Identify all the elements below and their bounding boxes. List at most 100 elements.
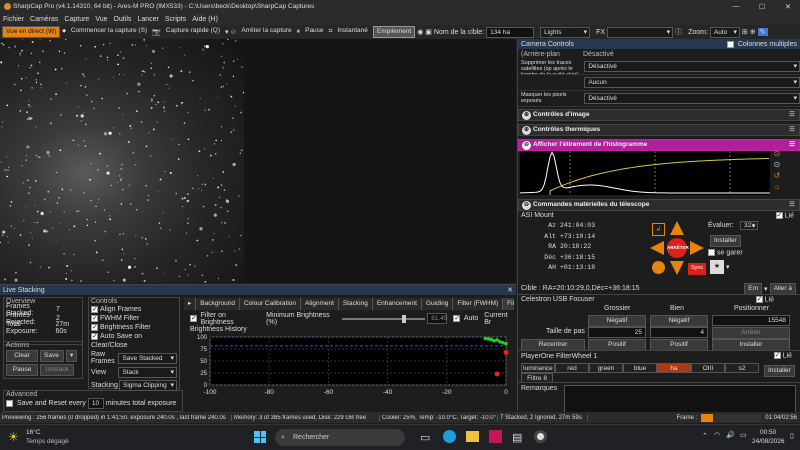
filter-OIII[interactable]: OIII bbox=[691, 363, 725, 373]
eval-select[interactable]: 32x bbox=[740, 221, 759, 230]
app-icon-1[interactable] bbox=[489, 430, 502, 443]
stacking-select[interactable]: Sigma Clipping bbox=[119, 380, 177, 391]
camera-control-select[interactable]: Désactivé bbox=[584, 93, 800, 104]
camera-control-select[interactable]: Aucun bbox=[584, 77, 800, 88]
start-icon[interactable] bbox=[254, 431, 266, 443]
save-dropdown[interactable]: ▾ bbox=[66, 350, 78, 362]
goto-button[interactable]: Aller à bbox=[769, 282, 796, 295]
focuser-linked-checkbox[interactable] bbox=[755, 295, 763, 303]
save-button[interactable]: Save bbox=[40, 350, 64, 362]
star-icon[interactable]: ★ bbox=[710, 260, 724, 274]
thermal-controls-header[interactable]: ⊕ Contrôles thermiques ☰ bbox=[518, 124, 800, 136]
minutes-input[interactable]: 10 bbox=[87, 398, 104, 409]
sync-button[interactable]: Sync bbox=[688, 263, 707, 275]
mount-linked-checkbox[interactable] bbox=[775, 211, 783, 219]
image-controls-header[interactable]: ⊕ Contrôles d'image ☰ bbox=[518, 109, 800, 121]
volume-icon[interactable]: 🔊 bbox=[726, 431, 735, 439]
align-checkbox[interactable] bbox=[91, 305, 98, 314]
weather-icon[interactable]: ☀ bbox=[8, 430, 19, 444]
scope-controls-header[interactable]: ⊖ Commandes matérielles du télescope ☰ bbox=[518, 199, 800, 211]
start-capture-button[interactable]: Commencer la capture (S) bbox=[68, 26, 150, 38]
coarse-negative-button[interactable]: Négatif bbox=[588, 315, 646, 327]
tab-5[interactable]: Guiding bbox=[421, 298, 454, 310]
unstack-button[interactable]: Unstack bbox=[40, 364, 74, 376]
filter-red[interactable]: red bbox=[555, 363, 589, 373]
filter-luminance[interactable]: luminance bbox=[521, 363, 555, 373]
em-dropdown[interactable]: ▾ bbox=[764, 285, 768, 293]
menu-item[interactable]: Lancer bbox=[137, 16, 158, 23]
focuser-stop-button[interactable]: Arrêter bbox=[712, 327, 790, 339]
edge-icon[interactable] bbox=[443, 430, 456, 443]
wifi-icon[interactable]: ◠ bbox=[714, 431, 720, 439]
zoom-select[interactable]: Auto bbox=[709, 26, 740, 38]
maximize-button[interactable]: ☐ bbox=[750, 3, 774, 11]
remarks-input[interactable] bbox=[564, 385, 796, 415]
tab-1[interactable]: Colour Calibration bbox=[239, 298, 301, 310]
star-dropdown[interactable]: ▾ bbox=[726, 263, 730, 271]
crosshair-icon[interactable]: ⊕ bbox=[750, 28, 756, 36]
filter-brightness-checkbox[interactable] bbox=[190, 314, 197, 322]
position-value[interactable]: 15548 bbox=[712, 315, 790, 326]
west-arrow-icon[interactable] bbox=[650, 241, 664, 255]
filter-green[interactable]: green bbox=[589, 363, 623, 373]
tab-scroll-left[interactable]: ▸ bbox=[184, 298, 197, 310]
east-arrow-icon[interactable] bbox=[690, 241, 704, 255]
grid-icon[interactable]: ⊞ bbox=[742, 28, 748, 36]
filter-ha[interactable]: ha bbox=[657, 363, 691, 373]
fine-negative-button[interactable]: Négatif bbox=[650, 315, 708, 327]
histogram-zoom-icon[interactable]: ⊙ bbox=[770, 159, 784, 170]
frame-type-select[interactable]: Lights bbox=[540, 26, 591, 38]
mount-stop-button[interactable]: ARRÊTER bbox=[667, 238, 689, 258]
pause-button[interactable]: Pause bbox=[302, 26, 326, 38]
multi-column-checkbox[interactable] bbox=[726, 40, 734, 48]
menu-item[interactable]: Vue bbox=[95, 16, 107, 23]
histogram-reset-icon[interactable]: ↺ bbox=[770, 170, 784, 181]
menu-item[interactable]: Scripts bbox=[165, 16, 186, 23]
menu-item[interactable]: Outils bbox=[114, 16, 132, 23]
tab-3[interactable]: Stacking bbox=[338, 298, 373, 310]
notification-icon[interactable]: ▯ bbox=[790, 432, 794, 440]
save-reset-checkbox[interactable] bbox=[6, 400, 13, 407]
clear-button[interactable]: Clear bbox=[6, 350, 38, 362]
app-icon-2[interactable]: ▤ bbox=[512, 431, 522, 444]
target-crosshair-icon[interactable] bbox=[652, 261, 665, 274]
explorer-icon[interactable] bbox=[466, 431, 479, 442]
autosave-checkbox[interactable] bbox=[91, 332, 98, 341]
brightness-slider[interactable] bbox=[342, 314, 426, 323]
menu-item[interactable]: Fichier bbox=[3, 16, 24, 23]
filter-s2[interactable]: s2 bbox=[725, 363, 759, 373]
histogram-chart[interactable] bbox=[520, 151, 770, 195]
filterwheel-linked-checkbox[interactable] bbox=[773, 351, 781, 359]
menu-item[interactable]: Caméras bbox=[30, 16, 58, 23]
camera-control-select[interactable]: Désactivé bbox=[584, 61, 800, 72]
north-arrow-icon[interactable] bbox=[670, 221, 684, 235]
live-stacking-close[interactable]: ✕ bbox=[507, 286, 516, 294]
park-checkbox[interactable] bbox=[708, 249, 715, 256]
filterwheel-install-button[interactable]: Installer bbox=[764, 365, 795, 377]
em-button[interactable]: Em bbox=[744, 282, 763, 295]
stack-button[interactable]: Empilement bbox=[372, 26, 416, 38]
tab-2[interactable]: Alignment bbox=[301, 298, 339, 310]
mount-install-button[interactable]: Installer bbox=[710, 235, 741, 247]
tab-4[interactable]: Enhancement bbox=[372, 298, 422, 310]
taskbar-search[interactable]: ⌕ Rechercher bbox=[275, 429, 405, 446]
pause-stack-button[interactable]: Pause bbox=[6, 364, 38, 376]
live-view-button[interactable]: Vue en direct (W) bbox=[2, 26, 61, 38]
histogram-auto-icon[interactable]: ⊙ bbox=[770, 148, 784, 159]
minimize-button[interactable]: — bbox=[724, 3, 748, 10]
sharpcap-taskbar-icon[interactable] bbox=[534, 430, 547, 443]
battery-icon[interactable]: ▭ bbox=[740, 431, 747, 439]
tray-chevron-icon[interactable]: ⌃ bbox=[702, 432, 708, 440]
south-arrow-icon[interactable] bbox=[670, 261, 684, 275]
view-select[interactable]: Stack bbox=[118, 367, 177, 378]
tab-0[interactable]: Background bbox=[196, 298, 240, 310]
filter-blue[interactable]: blue bbox=[623, 363, 657, 373]
histogram-header[interactable]: ⊖ Afficher l'étirement de l'histogramme ☰ bbox=[518, 139, 800, 151]
camera-preview[interactable] bbox=[0, 39, 244, 283]
fine-step-input[interactable]: 4 bbox=[650, 327, 708, 338]
quick-capture-button[interactable]: Capture rapide (Q) bbox=[163, 26, 223, 38]
target-name-input[interactable]: 134 ha bbox=[486, 26, 535, 38]
tab-7[interactable]: Filter (Brightn bbox=[503, 298, 514, 310]
fx-select[interactable] bbox=[607, 26, 674, 38]
tab-6[interactable]: Filter (FWHM) bbox=[453, 298, 504, 310]
